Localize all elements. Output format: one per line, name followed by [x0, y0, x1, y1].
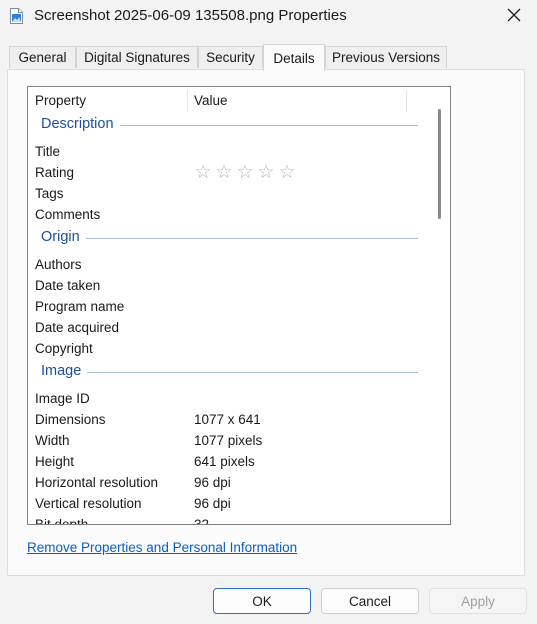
group-divider — [41, 372, 418, 373]
property-row-width[interactable]: Width 1077 pixels — [28, 431, 428, 452]
star-icon[interactable]: ☆ — [278, 163, 296, 182]
property-row-vertical-resolution[interactable]: Vertical resolution 96 dpi — [28, 494, 428, 515]
details-panel: Property Value Description Title Rating … — [7, 69, 525, 576]
image-file-icon — [10, 8, 23, 24]
column-property[interactable]: Property — [35, 93, 86, 108]
tab-digital-signatures[interactable]: Digital Signatures — [76, 46, 198, 68]
star-icon[interactable]: ☆ — [194, 163, 212, 182]
property-row-title[interactable]: Title — [28, 142, 428, 163]
group-title: Image — [41, 363, 88, 379]
property-label: Width — [35, 433, 70, 448]
property-label: Height — [35, 454, 75, 469]
group-title: Origin — [41, 229, 86, 245]
star-icon[interactable]: ☆ — [215, 163, 233, 182]
window-title: Screenshot 2025-06-09 135508.png Propert… — [34, 7, 347, 24]
property-row-date-taken[interactable]: Date taken — [28, 276, 428, 297]
property-value: 1077 pixels — [194, 433, 263, 448]
property-label: Vertical resolution — [35, 496, 142, 511]
property-label: Bit depth — [35, 517, 89, 525]
property-label: Program name — [35, 299, 125, 314]
property-label: Rating — [35, 165, 75, 180]
property-label: Comments — [35, 207, 101, 222]
property-row-tags[interactable]: Tags — [28, 184, 428, 205]
property-row-comments[interactable]: Comments — [28, 205, 428, 226]
property-row-copyright[interactable]: Copyright — [28, 339, 428, 360]
property-row-program-name[interactable]: Program name — [28, 297, 428, 318]
property-label: Date taken — [35, 278, 101, 293]
group-title: Description — [41, 116, 120, 132]
property-row-authors[interactable]: Authors — [28, 255, 428, 276]
property-row-date-acquired[interactable]: Date acquired — [28, 318, 428, 339]
property-label: Image ID — [35, 391, 90, 406]
column-value[interactable]: Value — [194, 93, 228, 108]
property-label: Horizontal resolution — [35, 475, 159, 490]
tab-previous-versions[interactable]: Previous Versions — [325, 46, 447, 68]
scroll-thumb[interactable] — [438, 109, 441, 219]
property-label: Tags — [35, 186, 64, 201]
cancel-button[interactable]: Cancel — [321, 588, 419, 614]
tab-general[interactable]: General — [9, 46, 76, 68]
group-divider — [41, 238, 418, 239]
property-row-dimensions[interactable]: Dimensions 1077 x 641 — [28, 410, 428, 431]
vertical-scrollbar[interactable] — [429, 87, 450, 524]
group-description: Description — [28, 113, 428, 142]
close-button[interactable] — [491, 0, 537, 32]
property-value: 96 dpi — [194, 475, 231, 490]
property-value: 641 pixels — [194, 454, 255, 469]
property-row-horizontal-resolution[interactable]: Horizontal resolution 96 dpi — [28, 473, 428, 494]
close-icon — [507, 8, 521, 25]
property-row-height[interactable]: Height 641 pixels — [28, 452, 428, 473]
property-value: 32 — [194, 517, 210, 525]
property-label: Title — [35, 144, 61, 159]
title-bar: Screenshot 2025-06-09 135508.png Propert… — [0, 0, 537, 32]
tab-details[interactable]: Details — [263, 44, 325, 71]
property-label: Authors — [35, 257, 82, 272]
star-icon[interactable]: ☆ — [257, 163, 275, 182]
properties-list[interactable]: Property Value Description Title Rating … — [27, 86, 451, 525]
property-label: Dimensions — [35, 412, 106, 427]
property-label: Date acquired — [35, 320, 120, 335]
ok-button[interactable]: OK — [213, 588, 311, 614]
column-divider[interactable] — [187, 90, 188, 112]
column-divider[interactable] — [406, 90, 407, 112]
group-origin: Origin — [28, 226, 428, 255]
property-value: 96 dpi — [194, 496, 231, 511]
remove-properties-link[interactable]: Remove Properties and Personal Informati… — [27, 540, 297, 555]
apply-button[interactable]: Apply — [429, 588, 527, 614]
tab-security[interactable]: Security — [198, 46, 263, 68]
column-header: Property Value — [28, 87, 428, 113]
rating-stars[interactable]: ☆ ☆ ☆ ☆ ☆ — [194, 163, 296, 182]
property-value: 1077 x 641 — [194, 412, 261, 427]
property-label: Copyright — [35, 341, 93, 356]
property-row-bit-depth[interactable]: Bit depth 32 — [28, 515, 428, 525]
property-row-rating[interactable]: Rating ☆ ☆ ☆ ☆ ☆ — [28, 163, 428, 184]
property-row-image-id[interactable]: Image ID — [28, 389, 428, 410]
star-icon[interactable]: ☆ — [236, 163, 254, 182]
group-image: Image — [28, 360, 428, 389]
